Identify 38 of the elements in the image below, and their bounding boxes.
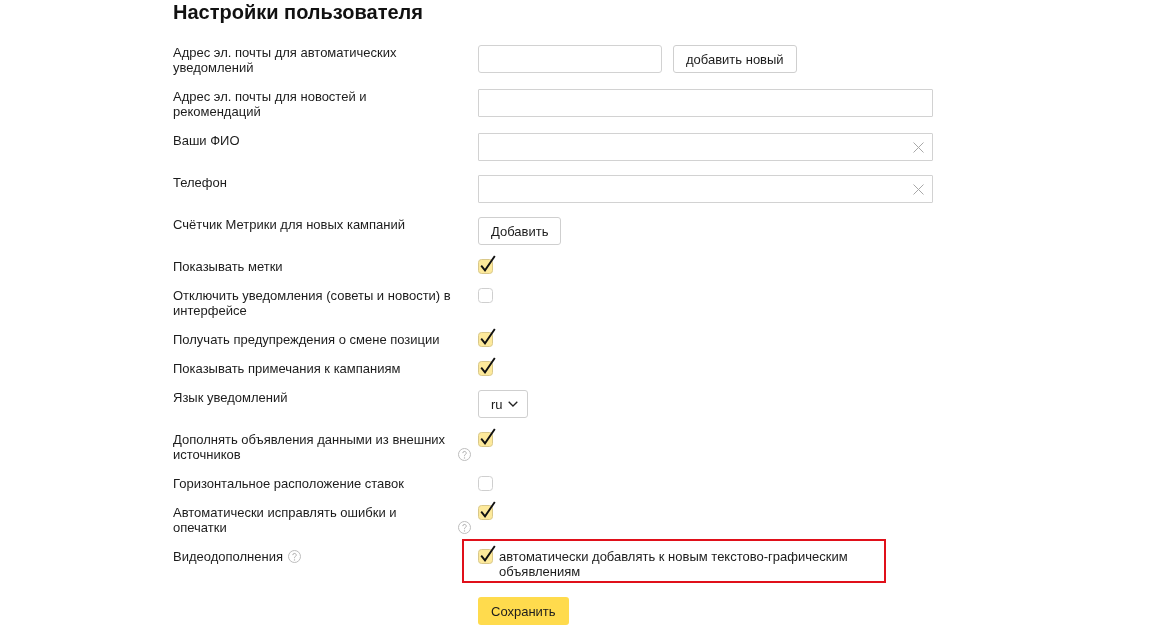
setting-label: Показывать метки <box>173 259 283 274</box>
help-icon[interactable] <box>287 550 301 563</box>
setting-label: Показывать примечания к кампаниям <box>173 361 401 376</box>
help-icon[interactable] <box>458 521 471 534</box>
setting-label: Отключить уведомления (советы и новости) в интерфейсе <box>173 288 452 318</box>
checkbox[interactable] <box>478 357 496 376</box>
checkbox-label: автоматически добавлять к новым текстово-графическим объявлениям <box>499 549 849 579</box>
text-input[interactable] <box>478 175 933 203</box>
clear-icon[interactable] <box>913 183 924 195</box>
setting-label: Язык уведомлений <box>173 390 288 405</box>
checkbox[interactable] <box>478 288 493 303</box>
setting-label: Дополнять объявления данными из внешних источников <box>173 432 447 462</box>
add-button[interactable]: Добавить <box>478 217 562 245</box>
checkbox[interactable] <box>478 545 496 564</box>
setting-label: Счётчик Метрики для новых кампаний <box>173 217 406 232</box>
checkbox[interactable] <box>478 476 493 491</box>
text-input[interactable] <box>478 89 933 117</box>
add-new-button[interactable]: добавить новый <box>673 45 797 73</box>
checkbox[interactable] <box>478 328 496 347</box>
text-input[interactable] <box>478 133 933 161</box>
clear-icon[interactable] <box>913 141 924 153</box>
checkbox[interactable] <box>478 428 496 447</box>
setting-label: Адрес эл. почты для новостей и рекомендаций <box>173 89 368 119</box>
save-button[interactable]: Сохранить <box>478 597 569 625</box>
language-select[interactable]: ru <box>478 390 528 418</box>
page-title: Настройки пользователя <box>173 0 423 24</box>
chevron-icon <box>507 401 518 407</box>
checkbox[interactable] <box>478 255 496 274</box>
setting-label: Телефон <box>173 175 227 190</box>
setting-label: Автоматически исправлять ошибки и опечатки <box>173 505 398 535</box>
setting-label: Горизонтальное расположение ставок <box>173 476 404 491</box>
checkbox[interactable] <box>478 501 496 520</box>
setting-label: Получать предупреждения о смене позиции <box>173 332 440 347</box>
email-input[interactable] <box>478 45 662 73</box>
setting-label: Видеодополнения <box>173 549 283 564</box>
setting-label: Адрес эл. почты для автоматических уведомлений <box>173 45 398 75</box>
setting-label: Ваши ФИО <box>173 133 240 148</box>
help-icon[interactable] <box>458 448 471 461</box>
